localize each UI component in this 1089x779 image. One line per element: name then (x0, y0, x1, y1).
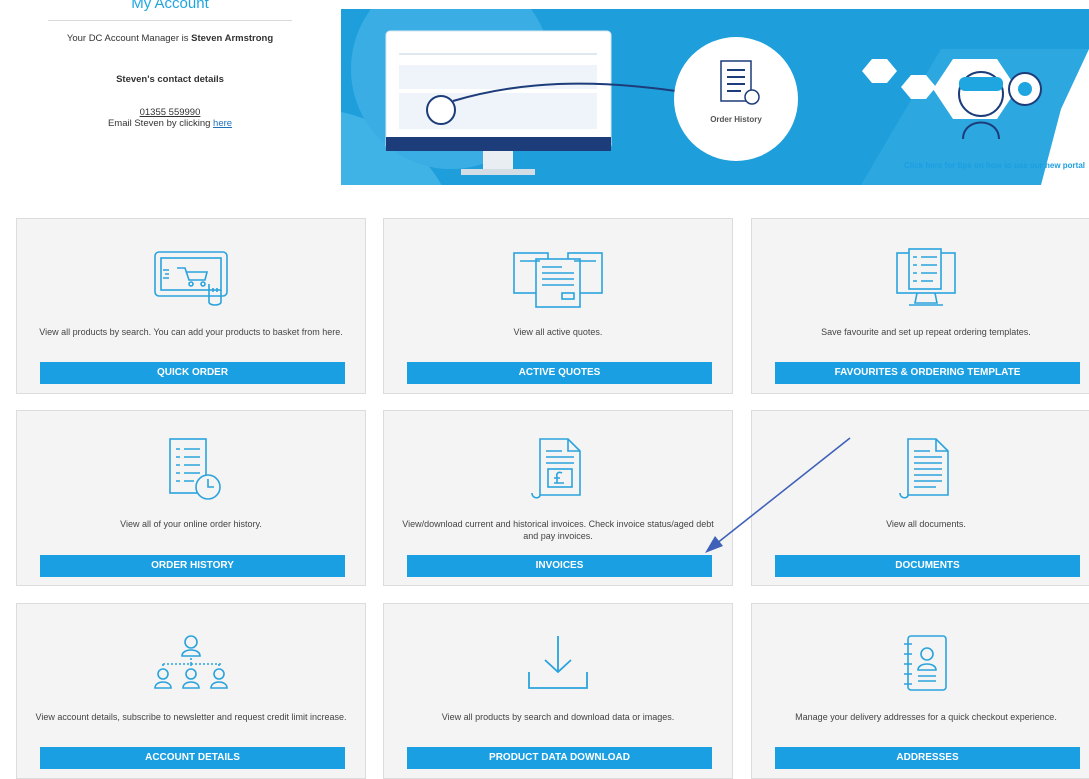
quotes-icon (512, 247, 604, 314)
tile-documents: View all documents. DOCUMENTS (751, 410, 1089, 586)
order-history-icon (156, 437, 226, 508)
phone-link[interactable]: 01355 559990 (40, 107, 300, 118)
tile-description: View/download current and historical inv… (402, 519, 714, 541)
active-quotes-button[interactable]: ACTIVE QUOTES (407, 362, 712, 384)
banner-illustration (341, 9, 1089, 185)
documents-button[interactable]: DOCUMENTS (775, 555, 1080, 577)
address-book-icon (896, 632, 956, 699)
contact-heading: Steven's contact details (116, 74, 224, 85)
tile-invoices: View/download current and historical inv… (383, 410, 733, 586)
product-data-download-button[interactable]: PRODUCT DATA DOWNLOAD (407, 747, 712, 769)
tile-active-quotes: View all active quotes. ACTIVE QUOTES (383, 218, 733, 394)
email-line: Email Steven by clicking here (40, 118, 300, 129)
account-manager-prefix: Your DC Account Manager is (66, 33, 192, 44)
account-panel: My Account Your DC Account Manager is St… (40, 0, 300, 129)
tile-description: View account details, subscribe to newsl… (35, 712, 347, 722)
portal-tips-banner[interactable]: Order History Click here for tips on how… (341, 9, 1089, 185)
tile-product-data-download: View all products by search and download… (383, 603, 733, 779)
tile-account-details: View account details, subscribe to newsl… (16, 603, 366, 779)
tile-description: View all of your online order history. (120, 519, 262, 529)
invoice-pound-icon (528, 437, 588, 508)
tile-description: View all documents. (886, 519, 966, 529)
tile-description: View all products by search and download… (441, 712, 675, 722)
tile-description: Manage your delivery addresses for a qui… (795, 712, 1057, 722)
banner-order-history-label: Order History (710, 115, 762, 124)
addresses-button[interactable]: ADDRESSES (775, 747, 1080, 769)
tips-link[interactable]: Click here for tips on how to use our ne… (904, 161, 1085, 170)
tile-description: Save favourite and set up repeat orderin… (821, 327, 1031, 337)
tile-order-history: View all of your online order history. O… (16, 410, 366, 586)
account-manager: Your DC Account Manager is Steven Armstr… (40, 33, 300, 44)
account-manager-name: Steven Armstrong (191, 33, 274, 44)
invoices-button[interactable]: INVOICES (407, 555, 712, 577)
tile-description: View all products by search. You can add… (39, 327, 343, 337)
order-history-button[interactable]: ORDER HISTORY (40, 555, 345, 577)
tile-favourites-template: Save favourite and set up repeat orderin… (751, 218, 1089, 394)
tile-addresses: Manage your delivery addresses for a qui… (751, 603, 1089, 779)
favourites-template-icon (891, 247, 961, 314)
basket-tablet-icon (151, 248, 231, 313)
tile-quick-order: View all products by search. You can add… (16, 218, 366, 394)
document-icon (896, 437, 956, 508)
favourites-template-button[interactable]: FAVOURITES & ORDERING TEMPLATE (775, 362, 1080, 384)
account-title: My Account (131, 0, 209, 12)
email-here-link[interactable]: here (213, 118, 232, 129)
tile-description: View all active quotes. (513, 327, 603, 337)
email-prefix: Email Steven by clicking (107, 118, 214, 129)
quick-order-button[interactable]: QUICK ORDER (40, 362, 345, 384)
divider (48, 20, 292, 21)
account-hierarchy-icon (149, 632, 233, 699)
download-icon (523, 632, 593, 699)
account-details-button[interactable]: ACCOUNT DETAILS (40, 747, 345, 769)
